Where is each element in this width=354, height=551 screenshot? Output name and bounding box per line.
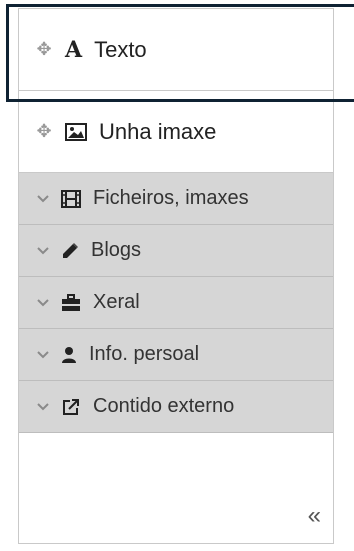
external-link-icon <box>61 397 81 417</box>
film-icon <box>61 189 81 209</box>
category-label: Blogs <box>91 239 142 261</box>
user-icon <box>61 346 77 364</box>
briefcase-icon <box>61 293 81 312</box>
category-external-content[interactable]: Contido externo <box>19 381 333 433</box>
block-item-label: Texto <box>94 36 147 62</box>
block-item-label: Unha imaxe <box>99 118 217 144</box>
category-label: Xeral <box>93 291 140 313</box>
content-block-palette: ✥ A Texto ✥ Unha imaxe Ficheiros, imaxes… <box>18 8 334 544</box>
category-label: Contido externo <box>93 395 235 417</box>
chevron-down-icon <box>35 296 51 310</box>
text-format-icon: A <box>65 36 83 63</box>
chevron-down-icon <box>35 348 51 362</box>
category-label: Ficheiros, imaxes <box>93 187 249 209</box>
pencil-icon <box>61 242 79 260</box>
collapse-button[interactable]: « <box>308 502 321 530</box>
block-item-text[interactable]: ✥ A Texto <box>19 9 333 91</box>
image-icon <box>65 122 87 141</box>
chevron-down-icon <box>35 192 51 206</box>
chevron-down-icon <box>35 244 51 258</box>
chevron-down-icon <box>35 400 51 414</box>
category-files-images[interactable]: Ficheiros, imaxes <box>19 173 333 225</box>
category-general[interactable]: Xeral <box>19 277 333 329</box>
move-icon[interactable]: ✥ <box>33 121 55 142</box>
move-icon[interactable]: ✥ <box>33 39 55 60</box>
category-blogs[interactable]: Blogs <box>19 225 333 277</box>
block-item-image[interactable]: ✥ Unha imaxe <box>19 91 333 173</box>
category-label: Info. persoal <box>89 343 200 365</box>
collapse-row: « <box>19 487 333 544</box>
category-personal-info[interactable]: Info. persoal <box>19 329 333 381</box>
